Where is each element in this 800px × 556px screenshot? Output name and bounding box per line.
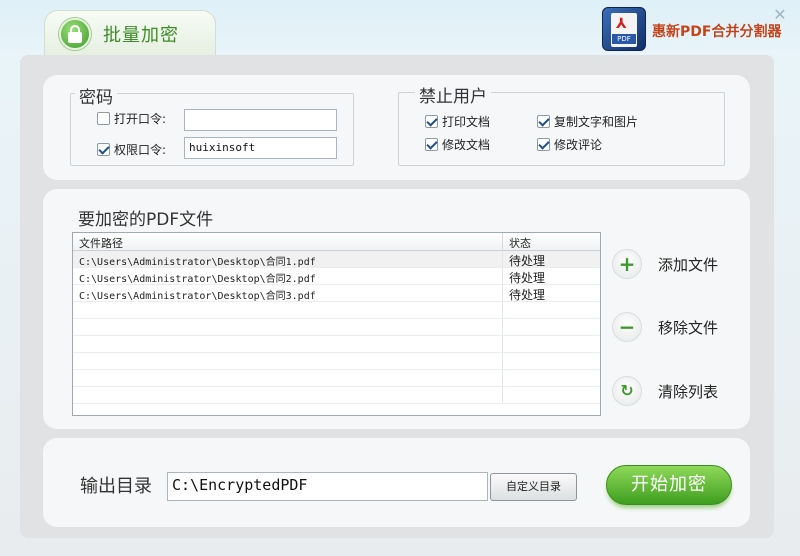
column-header-path[interactable]: 文件路径: [73, 233, 503, 250]
table-row[interactable]: C:\Users\Administrator\Desktop\合同1.pdf 待…: [73, 251, 600, 268]
empty-row: [73, 336, 600, 353]
deny-comment-label: 修改评论: [554, 138, 603, 152]
table-row[interactable]: C:\Users\Administrator\Desktop\合同3.pdf 待…: [73, 285, 600, 302]
remove-file-label: 移除文件: [658, 318, 719, 337]
output-dir-label: 输出目录: [80, 476, 152, 497]
deny-comment-box[interactable]: [537, 138, 550, 151]
column-header-status[interactable]: 状态: [503, 233, 600, 250]
deny-copy-box[interactable]: [537, 115, 550, 128]
close-icon[interactable]: ✕: [771, 6, 789, 24]
permission-password-box[interactable]: [97, 143, 110, 156]
add-file-label: 添加文件: [658, 255, 719, 274]
lock-icon: [59, 18, 91, 50]
deny-modify-label: 修改文档: [442, 138, 491, 152]
add-file-button[interactable]: + 添加文件: [612, 249, 718, 279]
empty-row: [73, 319, 600, 336]
plus-icon: +: [612, 249, 642, 279]
remove-file-button[interactable]: − 移除文件: [612, 312, 718, 342]
title-tab: 批量加密: [44, 10, 216, 56]
files-section-title: 要加密的PDF文件: [78, 210, 214, 230]
deny-copy-checkbox[interactable]: 复制文字和图片: [537, 113, 638, 130]
deny-print-label: 打印文档: [442, 115, 491, 129]
pdf-app-logo-icon: ⅄ PDF: [602, 7, 646, 51]
start-encrypt-button[interactable]: 开始加密: [606, 465, 732, 505]
table-row[interactable]: C:\Users\Administrator\Desktop\合同2.pdf 待…: [73, 268, 600, 285]
minus-icon: −: [612, 312, 642, 342]
file-path-cell: C:\Users\Administrator\Desktop\合同2.pdf: [73, 268, 503, 284]
empty-row: [73, 387, 600, 404]
empty-row: [73, 353, 600, 370]
deny-print-box[interactable]: [425, 115, 438, 128]
clear-list-button[interactable]: ↻ 清除列表: [612, 376, 718, 406]
table-header: 文件路径 状态: [73, 233, 600, 251]
deny-copy-label: 复制文字和图片: [554, 115, 639, 129]
file-path-cell: C:\Users\Administrator\Desktop\合同3.pdf: [73, 285, 503, 301]
app-brand-name: 惠新PDF合并分割器: [652, 24, 782, 40]
open-password-input[interactable]: [184, 109, 337, 131]
clear-list-label: 清除列表: [658, 382, 719, 401]
file-list-table[interactable]: 文件路径 状态 C:\Users\Administrator\Desktop\合…: [72, 232, 601, 416]
deny-print-checkbox[interactable]: 打印文档: [425, 113, 490, 130]
empty-row: [73, 370, 600, 387]
open-password-label: 打开口令:: [114, 112, 167, 126]
deny-legend: 禁止用户: [415, 82, 491, 107]
refresh-icon: ↻: [612, 376, 642, 406]
permission-password-label: 权限口令:: [114, 143, 167, 157]
file-status-cell: 待处理: [509, 254, 546, 268]
deny-modify-checkbox[interactable]: 修改文档: [425, 136, 490, 153]
file-path-cell: C:\Users\Administrator\Desktop\合同1.pdf: [73, 251, 503, 267]
batch-encrypt-window: 批量加密 ⅄ PDF 惠新PDF合并分割器 ✕ 密码 打开口令: 权限口令: hu…: [0, 0, 800, 556]
deny-modify-box[interactable]: [425, 138, 438, 151]
open-password-checkbox[interactable]: 打开口令:: [97, 110, 166, 127]
permission-password-input[interactable]: huixinsoft: [184, 137, 337, 159]
custom-dir-button[interactable]: 自定义目录: [490, 473, 577, 501]
deny-comment-checkbox[interactable]: 修改评论: [537, 136, 602, 153]
file-status-cell: 待处理: [509, 271, 546, 285]
password-legend: 密码: [75, 83, 117, 108]
output-dir-input[interactable]: C:\EncryptedPDF: [167, 472, 488, 501]
empty-row: [73, 302, 600, 319]
permission-password-checkbox[interactable]: 权限口令:: [97, 141, 166, 158]
window-title: 批量加密: [103, 25, 179, 46]
file-status-cell: 待处理: [509, 288, 546, 302]
open-password-box[interactable]: [97, 112, 110, 125]
